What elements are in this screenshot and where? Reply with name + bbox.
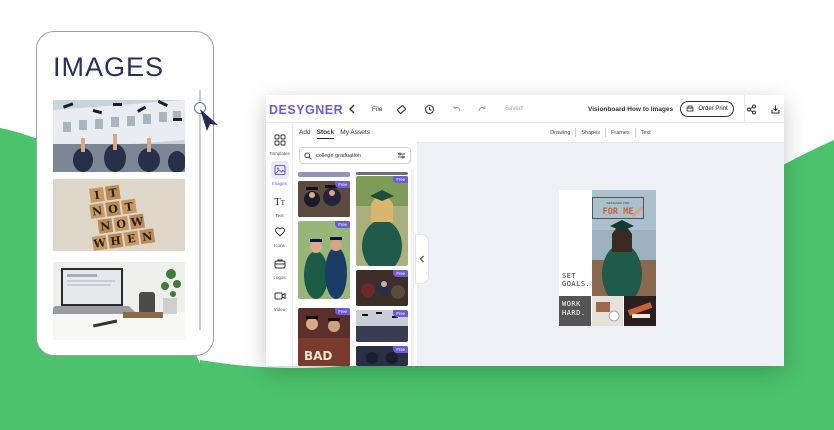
tool-divider — [575, 128, 577, 137]
history-icon[interactable] — [422, 102, 436, 116]
canvas-toolbar: Drawing Shapes Frames Text — [417, 123, 784, 143]
rail-item-text[interactable]: TT Text — [266, 193, 293, 218]
chevron-left-icon — [419, 255, 424, 263]
rail-item-templates[interactable]: Templates — [266, 131, 293, 156]
work-hard-block[interactable]: WORK HARD. — [559, 296, 591, 326]
svg-text:E: E — [126, 232, 136, 246]
free-badge: Free — [393, 270, 408, 277]
rail-label: Images — [272, 181, 287, 186]
rail-label: Templates — [269, 151, 290, 156]
image-result-strip[interactable] — [356, 172, 408, 175]
free-badge: Free — [393, 310, 408, 317]
canvas-area[interactable]: Drawing Shapes Frames Text DESIGNED FOR — [417, 123, 784, 366]
svg-text:H: H — [110, 234, 122, 248]
tool-shapes[interactable]: Shapes — [581, 130, 600, 136]
rail-label: Video — [273, 307, 286, 312]
laptop-desk-photo[interactable] — [53, 262, 185, 340]
svg-text:N: N — [100, 219, 112, 233]
cursor-arrow-icon — [200, 109, 218, 131]
file-menu[interactable]: File — [372, 95, 382, 123]
saved-status: Saved! — [505, 106, 524, 112]
image-search-input[interactable]: college graduation — [299, 147, 411, 164]
scrabble-tiles-photo[interactable]: I T N O T N O W W H E N — [53, 179, 185, 251]
free-badge: Free — [335, 181, 350, 188]
visionboard-artboard[interactable]: DESIGNED FOR FOR ME SET GOALS. WORK HARD… — [559, 190, 656, 326]
image-result-strip[interactable] — [298, 172, 350, 177]
image-result[interactable]: Free — [356, 310, 408, 342]
desk-photo[interactable] — [592, 296, 623, 326]
free-badge: Free — [393, 346, 408, 353]
rail-item-images[interactable]: Images — [266, 161, 293, 186]
free-badge: Free — [393, 176, 408, 183]
for-me-text: FOR ME — [602, 207, 634, 217]
undo-icon[interactable] — [449, 102, 463, 116]
tool-frames[interactable]: Frames — [611, 130, 630, 136]
free-badge: Free — [335, 308, 350, 315]
document-title[interactable]: Visionboard How to Images — [588, 95, 673, 123]
image-result[interactable]: Free — [356, 176, 408, 266]
tab-stock[interactable]: Stock — [316, 129, 335, 139]
topbar-divider — [744, 95, 745, 123]
eraser-icon[interactable] — [394, 102, 408, 116]
work-hard-line: WORK — [562, 300, 581, 308]
templates-icon — [271, 131, 289, 149]
tool-text[interactable]: Text — [641, 130, 651, 136]
tool-drawing[interactable]: Drawing — [550, 130, 570, 136]
svg-text:W: W — [92, 236, 108, 251]
svg-text:W: W — [129, 215, 145, 230]
rail-label: Logos — [273, 275, 286, 280]
rail-item-logos[interactable]: Logos — [266, 255, 293, 280]
image-result[interactable]: Free — [298, 221, 350, 299]
rail-item-icons[interactable]: Icons — [266, 223, 293, 248]
rail-label: Text — [275, 213, 284, 218]
tab-add[interactable]: Add — [299, 129, 311, 139]
free-badge: Free — [335, 221, 350, 228]
download-icon[interactable] — [768, 102, 782, 116]
panel-tabs: Add Stock My Assets — [299, 129, 370, 139]
tool-rail: Templates Images TT Text Icons Logos Vid… — [266, 123, 293, 366]
editor-window: DESYGNER File Saved! Visionboard How to … — [266, 95, 784, 366]
collapse-panel-button[interactable] — [415, 234, 429, 284]
redo-icon[interactable] — [475, 102, 489, 116]
rail-label: Icons — [274, 243, 285, 248]
phone-mockup: IMAGES I T N O T N O W W H E N — [36, 31, 214, 356]
images-panel: Add Stock My Assets college graduation F… — [293, 123, 417, 366]
svg-text:N: N — [141, 230, 153, 244]
logos-icon — [271, 255, 289, 273]
heart-icon — [271, 223, 289, 241]
tool-divider — [605, 128, 607, 137]
order-print-label: Order Print — [698, 106, 728, 112]
video-icon — [271, 287, 289, 305]
tool-divider — [634, 128, 636, 137]
text-icon: TT — [273, 196, 285, 208]
image-result[interactable]: Free — [356, 270, 408, 306]
svg-text:N: N — [91, 204, 103, 218]
order-print-button[interactable]: Order Print — [680, 101, 734, 117]
image-result[interactable]: BAD Free — [298, 308, 350, 366]
for-me-frame[interactable]: DESIGNED FOR FOR ME — [592, 197, 644, 219]
graduation-caps-photo[interactable] — [53, 100, 185, 172]
diploma-photo[interactable] — [624, 296, 656, 326]
editor-topbar: DESYGNER File Saved! Visionboard How to … — [266, 95, 784, 123]
filter-icon[interactable] — [397, 151, 406, 160]
tab-my-assets[interactable]: My Assets — [340, 129, 370, 139]
panel-scrollbar[interactable] — [411, 169, 414, 366]
set-goals-line: SET — [562, 272, 577, 280]
svg-text:BAD: BAD — [304, 349, 332, 363]
search-icon — [304, 151, 312, 160]
back-chevron-icon[interactable] — [346, 102, 360, 116]
set-goals-text[interactable]: SET GOALS. — [562, 272, 590, 288]
search-value: college graduation — [316, 152, 361, 159]
work-hard-line: HARD. — [562, 309, 586, 317]
share-icon[interactable] — [744, 102, 758, 116]
brand-logo[interactable]: DESYGNER — [269, 103, 343, 117]
rail-item-video[interactable]: Video — [266, 287, 293, 312]
image-result[interactable]: Free — [356, 346, 408, 366]
printer-icon — [686, 105, 694, 112]
for-me-caption: DESIGNED FOR — [606, 201, 630, 205]
image-result[interactable]: Free — [298, 181, 350, 217]
images-icon — [270, 161, 289, 179]
phone-title: IMAGES — [53, 52, 165, 82]
set-goals-line: GOALS. — [562, 280, 591, 288]
